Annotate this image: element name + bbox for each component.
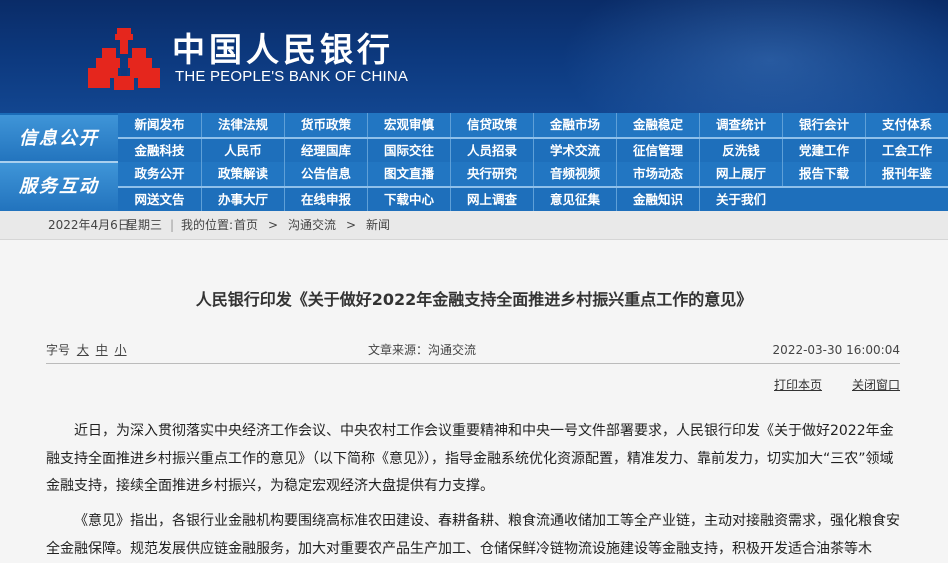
main-nav: 信息公开 服务互动 新闻发布 法律法规 货币政策 宏观审慎 信贷政策 金融市场 …	[0, 113, 948, 212]
font-size-controls: 字号 大 中 小	[46, 337, 127, 363]
nav-item[interactable]: 人民币	[201, 139, 284, 163]
nav-item[interactable]: 国际交往	[367, 139, 450, 163]
nav-item[interactable]: 央行研究	[450, 162, 533, 186]
nav-item[interactable]: 音频视频	[533, 162, 616, 186]
nav-item[interactable]: 工会工作	[865, 139, 948, 163]
nav-item[interactable]: 金融知识	[616, 188, 699, 212]
nav-item[interactable]: 公告信息	[284, 162, 367, 186]
nav-section-info[interactable]: 信息公开	[0, 115, 118, 163]
nav-item[interactable]: 在线申报	[284, 188, 367, 212]
article-title: 人民银行印发《关于做好2022年金融支持全面推进乡村振兴重点工作的意见》	[195, 290, 753, 309]
nav-item[interactable]: 支付体系	[865, 113, 948, 137]
nav-item[interactable]: 金融科技	[118, 139, 201, 163]
breadcrumb-level1[interactable]: 沟通交流	[288, 211, 336, 239]
nav-item[interactable]: 意见征集	[533, 188, 616, 212]
nav-item[interactable]: 征信管理	[616, 139, 699, 163]
nav-item[interactable]: 金融市场	[533, 113, 616, 137]
nav-item[interactable]: 网上调查	[450, 188, 533, 212]
site-header: 中国人民银行 THE PEOPLE'S BANK OF CHINA	[0, 0, 948, 113]
article-paragraph: 近日，为深入贯彻落实中央经济工作会议、中央农村工作会议重要精神和中央一号文件部署…	[46, 423, 894, 494]
breadcrumb-home[interactable]: 首页	[234, 211, 258, 239]
print-page-link[interactable]: 打印本页	[774, 376, 822, 393]
nav-item[interactable]: 调查统计	[699, 113, 782, 137]
breadcrumb-level2[interactable]: 新闻	[366, 211, 390, 239]
article-source: 文章来源：沟通交流	[368, 343, 477, 357]
close-window-link[interactable]: 关闭窗口	[852, 376, 900, 393]
font-size-label: 字号	[46, 343, 71, 357]
bank-name-cn[interactable]: 中国人民银行	[172, 30, 394, 70]
nav-item[interactable]: 报刊年鉴	[865, 162, 948, 186]
nav-item[interactable]: 党建工作	[782, 139, 865, 163]
location-label: 我的位置:	[181, 218, 234, 232]
breadcrumb-separator: >	[346, 218, 357, 232]
nav-item[interactable]: 办事大厅	[201, 188, 284, 212]
nav-item[interactable]: 宏观审慎	[367, 113, 450, 137]
nav-item[interactable]: 学术交流	[533, 139, 616, 163]
nav-item[interactable]: 网送文告	[118, 188, 201, 212]
nav-item[interactable]: 报告下载	[782, 162, 865, 186]
nav-item[interactable]: 法律法规	[201, 113, 284, 137]
nav-item[interactable]: 货币政策	[284, 113, 367, 137]
nav-item[interactable]: 经理国库	[284, 139, 367, 163]
nav-item[interactable]: 下载中心	[367, 188, 450, 212]
nav-row-1: 新闻发布 法律法规 货币政策 宏观审慎 信贷政策 金融市场 金融稳定 调查统计 …	[118, 113, 948, 137]
nav-item[interactable]: 网上展厅	[699, 162, 782, 186]
current-date: 2022年4月6日	[48, 218, 130, 232]
breadcrumb-separator: >	[268, 218, 279, 232]
article-paragraph: 《意见》指出，各银行业金融机构要围绕高标准农田建设、春耕备耕、粮食流通收储加工等…	[46, 513, 900, 557]
nav-section-service[interactable]: 服务互动	[0, 163, 118, 211]
article-meta: 字号 大 中 小 文章来源：沟通交流 2022-03-30 16:00:04	[46, 337, 900, 364]
font-medium-link[interactable]: 中	[96, 343, 108, 357]
nav-item[interactable]: 银行会计	[782, 113, 865, 137]
font-small-link[interactable]: 小	[115, 343, 127, 357]
nav-item[interactable]: 市场动态	[616, 162, 699, 186]
nav-row-2: 金融科技 人民币 经理国库 国际交往 人员招录 学术交流 征信管理 反洗钱 党建…	[118, 139, 948, 163]
current-weekday: 星期三	[126, 218, 163, 232]
pboc-emblem-icon[interactable]	[88, 26, 160, 90]
nav-item[interactable]: 政务公开	[118, 162, 201, 186]
header-glow	[560, 0, 948, 113]
nav-item[interactable]: 反洗钱	[699, 139, 782, 163]
breadcrumb: 2022年4月6日 星期三 | 我的位置: 首页 > 沟通交流 > 新闻	[0, 211, 948, 240]
nav-item[interactable]: 新闻发布	[118, 113, 201, 137]
bank-name-en[interactable]: THE PEOPLE'S BANK OF CHINA	[175, 68, 408, 86]
article-datetime: 2022-03-30 16:00:04	[772, 343, 900, 357]
nav-item[interactable]: 政策解读	[201, 162, 284, 186]
nav-item[interactable]: 信贷政策	[450, 113, 533, 137]
nav-item[interactable]: 人员招录	[450, 139, 533, 163]
nav-row-3: 政务公开 政策解读 公告信息 图文直播 央行研究 音频视频 市场动态 网上展厅 …	[118, 162, 948, 186]
font-large-link[interactable]: 大	[77, 343, 89, 357]
nav-item[interactable]: 关于我们	[699, 188, 782, 212]
nav-item[interactable]: 金融稳定	[616, 113, 699, 137]
nav-item[interactable]: 图文直播	[367, 162, 450, 186]
nav-row-4: 网送文告 办事大厅 在线申报 下载中心 网上调查 意见征集 金融知识 关于我们	[118, 188, 948, 212]
